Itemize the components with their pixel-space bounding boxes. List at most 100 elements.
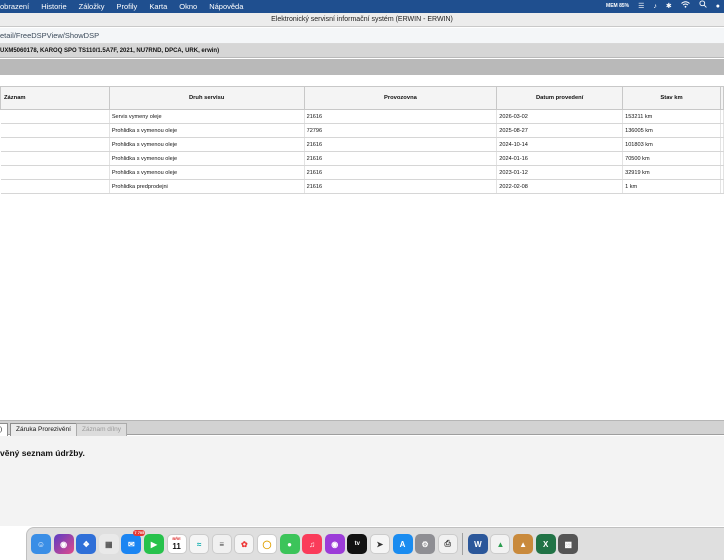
calendar-icon[interactable]: BŘE 11 bbox=[166, 534, 187, 554]
menu-list: obrazení Historie Záložky Profily Karta … bbox=[0, 0, 249, 13]
column-header-extra bbox=[719, 86, 724, 110]
mail-icon[interactable]: ✉ 7 705 bbox=[121, 530, 146, 554]
memory-icon[interactable]: MEM 85% bbox=[606, 0, 629, 13]
column-header-zaznam[interactable]: Záznam bbox=[0, 86, 110, 110]
cell-zaznam bbox=[0, 137, 110, 152]
mail-badge: 7 705 bbox=[133, 530, 146, 536]
cell-druh-servisu: Prohlidka s vymenou oleje bbox=[109, 137, 305, 152]
user-icon[interactable]: ● bbox=[716, 0, 720, 13]
menu-karta[interactable]: Karta bbox=[143, 0, 173, 13]
cell-stav-km: 101803 km bbox=[622, 137, 721, 152]
cell-zaznam bbox=[0, 165, 110, 180]
calendar-day: 11 bbox=[172, 542, 181, 551]
wifi-icon[interactable] bbox=[680, 0, 690, 13]
cell-druh-servisu: Prohlidka s vymenou oleje bbox=[109, 165, 305, 180]
service-history-table: Záznam Druh servisu Provozovna Datum pro… bbox=[0, 86, 724, 194]
reminders-icon[interactable]: ≡ bbox=[211, 534, 232, 554]
printer-icon[interactable]: ⎙ bbox=[437, 534, 458, 554]
finder-icon[interactable]: ☺ bbox=[31, 534, 51, 554]
cell-extra bbox=[720, 137, 724, 152]
chrome-icon[interactable]: ◯ bbox=[256, 534, 277, 554]
cell-stav-km: 153211 km bbox=[622, 109, 721, 124]
menu-historie[interactable]: Historie bbox=[35, 0, 72, 13]
tab-zaznam-dilny: Záznam dílny bbox=[76, 423, 128, 436]
cell-zaznam bbox=[0, 109, 110, 124]
window-title: Elektronický servisní informační systém … bbox=[0, 13, 724, 27]
mute-icon[interactable]: ♪ bbox=[653, 0, 657, 13]
cell-provozovna: 21616 bbox=[304, 165, 498, 180]
vehicle-info: UXM5060178, KAROQ SPO TS110/1.5A7F, 2021… bbox=[0, 44, 724, 58]
cell-zaznam bbox=[0, 123, 110, 138]
cell-druh-servisu: Prohlidka s vymenou oleje bbox=[109, 151, 305, 166]
dock: ☺ ◉ ❖ ▦ ✉ 7 705 ▶ BŘE 11 ≈ ≡ ✿ ◯ ● ♫ ◉ tv … bbox=[26, 527, 724, 560]
word-icon[interactable]: W bbox=[467, 534, 488, 554]
table-row[interactable]: Prohlidka s vymenou oleje 72796 2025-08-… bbox=[0, 123, 724, 138]
preview-icon[interactable]: ▲ bbox=[513, 534, 534, 554]
podcasts-icon[interactable]: ◉ bbox=[324, 534, 345, 554]
status-message: věný seznam údržby. bbox=[0, 448, 85, 458]
memory-label: MEM bbox=[606, 3, 618, 9]
safari-icon[interactable]: ❖ bbox=[76, 534, 97, 554]
cell-datum: 2026-03-02 bbox=[496, 109, 624, 124]
tab-strip: ) Záruka Prorezivění Záznam dílny bbox=[0, 420, 724, 436]
launchpad-icon[interactable]: ▦ bbox=[98, 534, 119, 554]
menu-profily[interactable]: Profily bbox=[110, 0, 143, 13]
bluetooth-icon[interactable]: ✱ bbox=[666, 0, 672, 13]
table-row[interactable]: Prohlidka s vymenou oleje 21616 2023-01-… bbox=[0, 165, 724, 180]
maps-icon[interactable]: ➤ bbox=[369, 534, 390, 554]
url-path[interactable]: etail/FreeDSPView/ShowDSP bbox=[0, 28, 724, 44]
control-center-icon[interactable]: ☰ bbox=[638, 0, 644, 13]
cell-extra bbox=[720, 109, 724, 124]
appstore-icon[interactable]: A bbox=[392, 534, 413, 554]
cell-extra bbox=[720, 123, 724, 138]
dock-separator bbox=[462, 533, 464, 555]
menu-bar: obrazení Historie Záložky Profily Karta … bbox=[0, 0, 724, 13]
cell-provozovna: 21616 bbox=[304, 179, 498, 194]
cell-druh-servisu: Prohlidka predprodejni bbox=[109, 179, 305, 194]
table-row[interactable]: Prohlidka predprodejni 21616 2022-02-08 … bbox=[0, 179, 724, 194]
column-header-druh-servisu[interactable]: Druh servisu bbox=[108, 86, 305, 110]
music-icon[interactable]: ♫ bbox=[302, 534, 323, 554]
cell-provozovna: 72796 bbox=[304, 123, 498, 138]
freeform-icon[interactable]: ≈ bbox=[189, 534, 210, 554]
column-header-datum[interactable]: Datum provedení bbox=[496, 86, 624, 110]
cell-extra bbox=[720, 151, 724, 166]
messages-icon[interactable]: ● bbox=[279, 534, 300, 554]
cell-stav-km: 32919 km bbox=[622, 165, 721, 180]
cell-druh-servisu: Servis vymeny oleje bbox=[109, 109, 305, 124]
menu-zalozky[interactable]: Záložky bbox=[73, 0, 111, 13]
cell-stav-km: 1 km bbox=[622, 179, 721, 194]
column-header-provozovna[interactable]: Provozovna bbox=[303, 86, 498, 110]
column-header-stav-km[interactable]: Stav km bbox=[622, 86, 721, 110]
table-row[interactable]: Prohlidka s vymenou oleje 21616 2024-01-… bbox=[0, 151, 724, 166]
table-row[interactable]: Servis vymeny oleje 21616 2026-03-02 153… bbox=[0, 109, 724, 124]
table-row[interactable]: Prohlidka s vymenou oleje 21616 2024-10-… bbox=[0, 137, 724, 152]
menu-okno[interactable]: Okno bbox=[173, 0, 203, 13]
menu-zobrazeni[interactable]: obrazení bbox=[0, 0, 35, 13]
cell-datum: 2024-10-14 bbox=[496, 137, 624, 152]
memory-value: 85% bbox=[619, 3, 630, 9]
appletv-icon[interactable]: tv bbox=[347, 534, 368, 554]
cell-stav-km: 70500 km bbox=[622, 151, 721, 166]
cell-extra bbox=[720, 165, 724, 180]
photos-icon[interactable]: ✿ bbox=[234, 534, 255, 554]
cell-druh-servisu: Prohlidka s vymenou oleje bbox=[109, 123, 305, 138]
cell-datum: 2022-02-08 bbox=[496, 179, 624, 194]
siri-icon[interactable]: ◉ bbox=[53, 534, 74, 554]
cell-zaznam bbox=[0, 151, 110, 166]
trash-icon[interactable]: ▩ bbox=[558, 534, 579, 554]
cell-stav-km: 136005 km bbox=[622, 123, 721, 138]
cell-zaznam bbox=[0, 179, 110, 194]
calendar-month: BŘE bbox=[172, 536, 181, 541]
toolbar-band bbox=[0, 59, 724, 75]
settings-icon[interactable]: ⚙ bbox=[415, 534, 436, 554]
activity-icon[interactable]: ▲ bbox=[490, 534, 511, 554]
search-icon[interactable] bbox=[699, 0, 707, 13]
facetime-icon[interactable]: ▶ bbox=[143, 534, 164, 554]
menu-napoveda[interactable]: Nápověda bbox=[203, 0, 249, 13]
tab-zaruka-prorezaveni[interactable]: Záruka Prorezivění bbox=[10, 423, 77, 436]
service-table-container: Záznam Druh servisu Provozovna Datum pro… bbox=[0, 86, 724, 194]
tab-active[interactable]: ) bbox=[0, 423, 9, 436]
cell-provozovna: 21616 bbox=[304, 109, 498, 124]
excel-icon[interactable]: X bbox=[535, 534, 556, 554]
